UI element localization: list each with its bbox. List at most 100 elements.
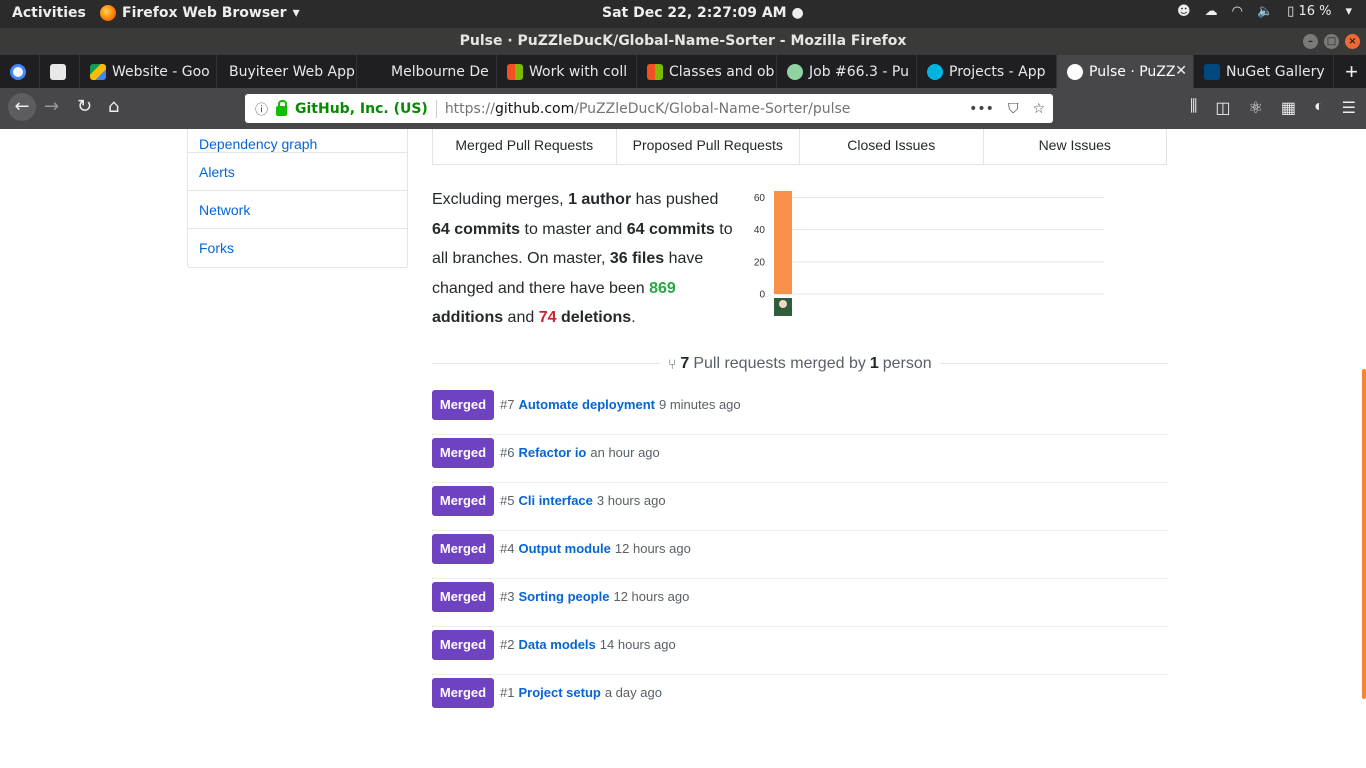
sidebar-item-alerts[interactable]: Alerts <box>188 153 407 191</box>
commits-master-count: 64 commits <box>432 220 521 238</box>
info-icon[interactable]: ⓘ <box>255 99 268 118</box>
commit-summary: Excluding merges, 1 author has pushed 64… <box>432 185 737 333</box>
pr-time: 14 hours ago <box>599 637 676 652</box>
back-button[interactable]: ← <box>8 93 36 121</box>
tab-slack[interactable] <box>40 55 80 88</box>
app-menu[interactable]: Firefox Web Browser ▾ <box>100 5 300 21</box>
tab-work-with-coll[interactable]: Work with coll <box>497 55 637 88</box>
pr-count: 7 <box>680 355 690 372</box>
firefox-icon <box>100 5 116 21</box>
extension-icon[interactable]: ▦ <box>1281 98 1296 118</box>
pr-title-link[interactable]: Output module <box>518 534 610 564</box>
tab-website[interactable]: Website - Goo <box>80 55 217 88</box>
page-content: Dependency graph Alerts Network Forks Me… <box>0 129 1366 768</box>
tab-label: Website - Goo <box>112 63 210 80</box>
weather-icon[interactable]: ☁ <box>1205 4 1218 19</box>
merged-pull-requests-tab[interactable]: Merged Pull Requests <box>433 129 617 164</box>
pull-requests-header: ⑂ 7 Pull requests merged by 1 person <box>660 355 940 373</box>
tab-nuget[interactable]: NuGet Gallery <box>1194 55 1334 88</box>
wifi-icon[interactable]: ◠ <box>1232 4 1243 19</box>
new-tab-button[interactable]: + <box>1345 59 1358 85</box>
home-button[interactable]: ⌂ <box>108 96 119 117</box>
system-top-bar: Activities Firefox Web Browser ▾ Sat Dec… <box>0 0 1366 28</box>
tab-melbourne[interactable]: Melbourne De <box>357 55 497 88</box>
site-identity[interactable]: GitHub, Inc. (US) <box>295 101 428 117</box>
bookmark-star-icon[interactable]: ☆ <box>1032 101 1045 117</box>
list-item: Merged #5 Cli interface 3 hours ago <box>432 483 1168 531</box>
deletions-count: 74 <box>538 309 557 326</box>
sidebar-item-forks[interactable]: Forks <box>188 229 407 267</box>
tab-buyiteer[interactable]: Buyiteer Web App <box>217 55 357 88</box>
app-menu-label: Firefox Web Browser <box>122 5 287 21</box>
list-item: Merged #6 Refactor io an hour ago <box>432 435 1168 483</box>
activities-button[interactable]: Activities <box>12 5 86 21</box>
files-count: 36 files <box>609 250 665 267</box>
url-bar[interactable]: ⓘ GitHub, Inc. (US) https://github.com/P… <box>245 94 1053 123</box>
tab-label: Buyiteer Web App <box>229 63 355 80</box>
commit-bar <box>774 191 792 294</box>
menu-icon[interactable]: ☰ <box>1342 98 1356 118</box>
react-devtools-icon[interactable]: ⚛ <box>1249 98 1263 118</box>
forward-button[interactable]: → <box>44 96 59 117</box>
tab-label: New Issues <box>1038 137 1111 153</box>
git-pull-request-icon: ⑂ <box>668 356 677 372</box>
new-issues-tab[interactable]: New Issues <box>984 129 1167 164</box>
maximize-button[interactable]: □ <box>1324 34 1339 49</box>
commits-all-count: 64 commits <box>626 220 715 238</box>
merged-badge: Merged <box>432 630 494 660</box>
tab-label: NuGet Gallery <box>1226 63 1325 80</box>
pr-title-link[interactable]: Refactor io <box>518 438 586 468</box>
merged-badge: Merged <box>432 486 494 516</box>
pr-title-link[interactable]: Data models <box>518 630 595 660</box>
clock[interactable]: Sat Dec 22, 2:27:09 AM ● <box>602 5 804 21</box>
pr-number: #4 <box>500 541 515 556</box>
proposed-pull-requests-tab[interactable]: Proposed Pull Requests <box>617 129 800 164</box>
merged-badge: Merged <box>432 534 494 564</box>
list-item: Merged #7 Automate deployment 9 minutes … <box>432 387 1168 435</box>
pr-number: #1 <box>500 685 515 700</box>
url-domain: github.com <box>495 100 575 117</box>
summary-text: and <box>503 309 539 326</box>
system-tray[interactable]: ☻ ☁ ◠ 🔈 ▯ 16 % ▾ <box>1177 4 1352 19</box>
tab-pulse-active[interactable]: Pulse · PuZZ ✕ <box>1057 55 1194 88</box>
tab-travis-job[interactable]: Job #66.3 - Pu <box>777 55 917 88</box>
battery-indicator[interactable]: ▯ 16 % <box>1287 4 1331 19</box>
closed-issues-tab[interactable]: Closed Issues <box>800 129 984 164</box>
lock-icon <box>276 99 288 116</box>
tab-classes[interactable]: Classes and ob <box>637 55 777 88</box>
sidebar-item-network[interactable]: Network <box>188 191 407 229</box>
url-text[interactable]: https://github.com/PuZZleDucK/Global-Nam… <box>445 101 851 117</box>
reload-button[interactable]: ↻ <box>77 96 92 117</box>
close-window-button[interactable]: × <box>1345 34 1360 49</box>
pr-time: a day ago <box>604 685 662 700</box>
user-icon[interactable]: ☻ <box>1177 4 1191 19</box>
tab-google[interactable] <box>0 55 40 88</box>
pr-title-link[interactable]: Project setup <box>518 678 600 708</box>
tab-appveyor[interactable]: Projects - App <box>917 55 1057 88</box>
pr-title-link[interactable]: Cli interface <box>518 486 592 516</box>
pr-title-link[interactable]: Sorting people <box>518 582 609 612</box>
y-tick-label: 40 <box>754 225 766 236</box>
pocket-icon[interactable]: ⛉ <box>1008 101 1019 117</box>
extension-toggle-icon[interactable]: ◐ <box>1314 98 1324 118</box>
chevron-down-icon[interactable]: ▾ <box>1345 4 1352 19</box>
close-tab-icon[interactable]: ✕ <box>1175 63 1187 79</box>
volume-icon[interactable]: 🔈 <box>1257 4 1273 19</box>
sidebar-item-dependency-graph[interactable]: Dependency graph <box>188 129 407 153</box>
additions-label: additions <box>432 309 504 326</box>
merged-badge: Merged <box>432 390 494 420</box>
nuget-icon <box>1204 63 1220 80</box>
url-prefix: https:// <box>444 100 495 117</box>
minimize-button[interactable]: – <box>1303 34 1318 49</box>
library-icon[interactable]: ⫼ <box>1190 98 1197 118</box>
pr-title-link[interactable]: Automate deployment <box>518 390 655 420</box>
chevron-down-icon: ▾ <box>292 5 300 21</box>
page-actions-icon[interactable]: ••• <box>969 101 994 117</box>
scrollbar-thumb[interactable] <box>1362 369 1366 699</box>
pr-time: 3 hours ago <box>596 493 666 508</box>
pr-header-text: Pull requests merged by <box>693 355 866 372</box>
tab-label: Projects - App <box>949 63 1046 80</box>
authors-count: 1 author <box>568 191 632 208</box>
url-separator <box>435 99 437 118</box>
sidebar-toggle-icon[interactable]: ◫ <box>1215 98 1230 118</box>
